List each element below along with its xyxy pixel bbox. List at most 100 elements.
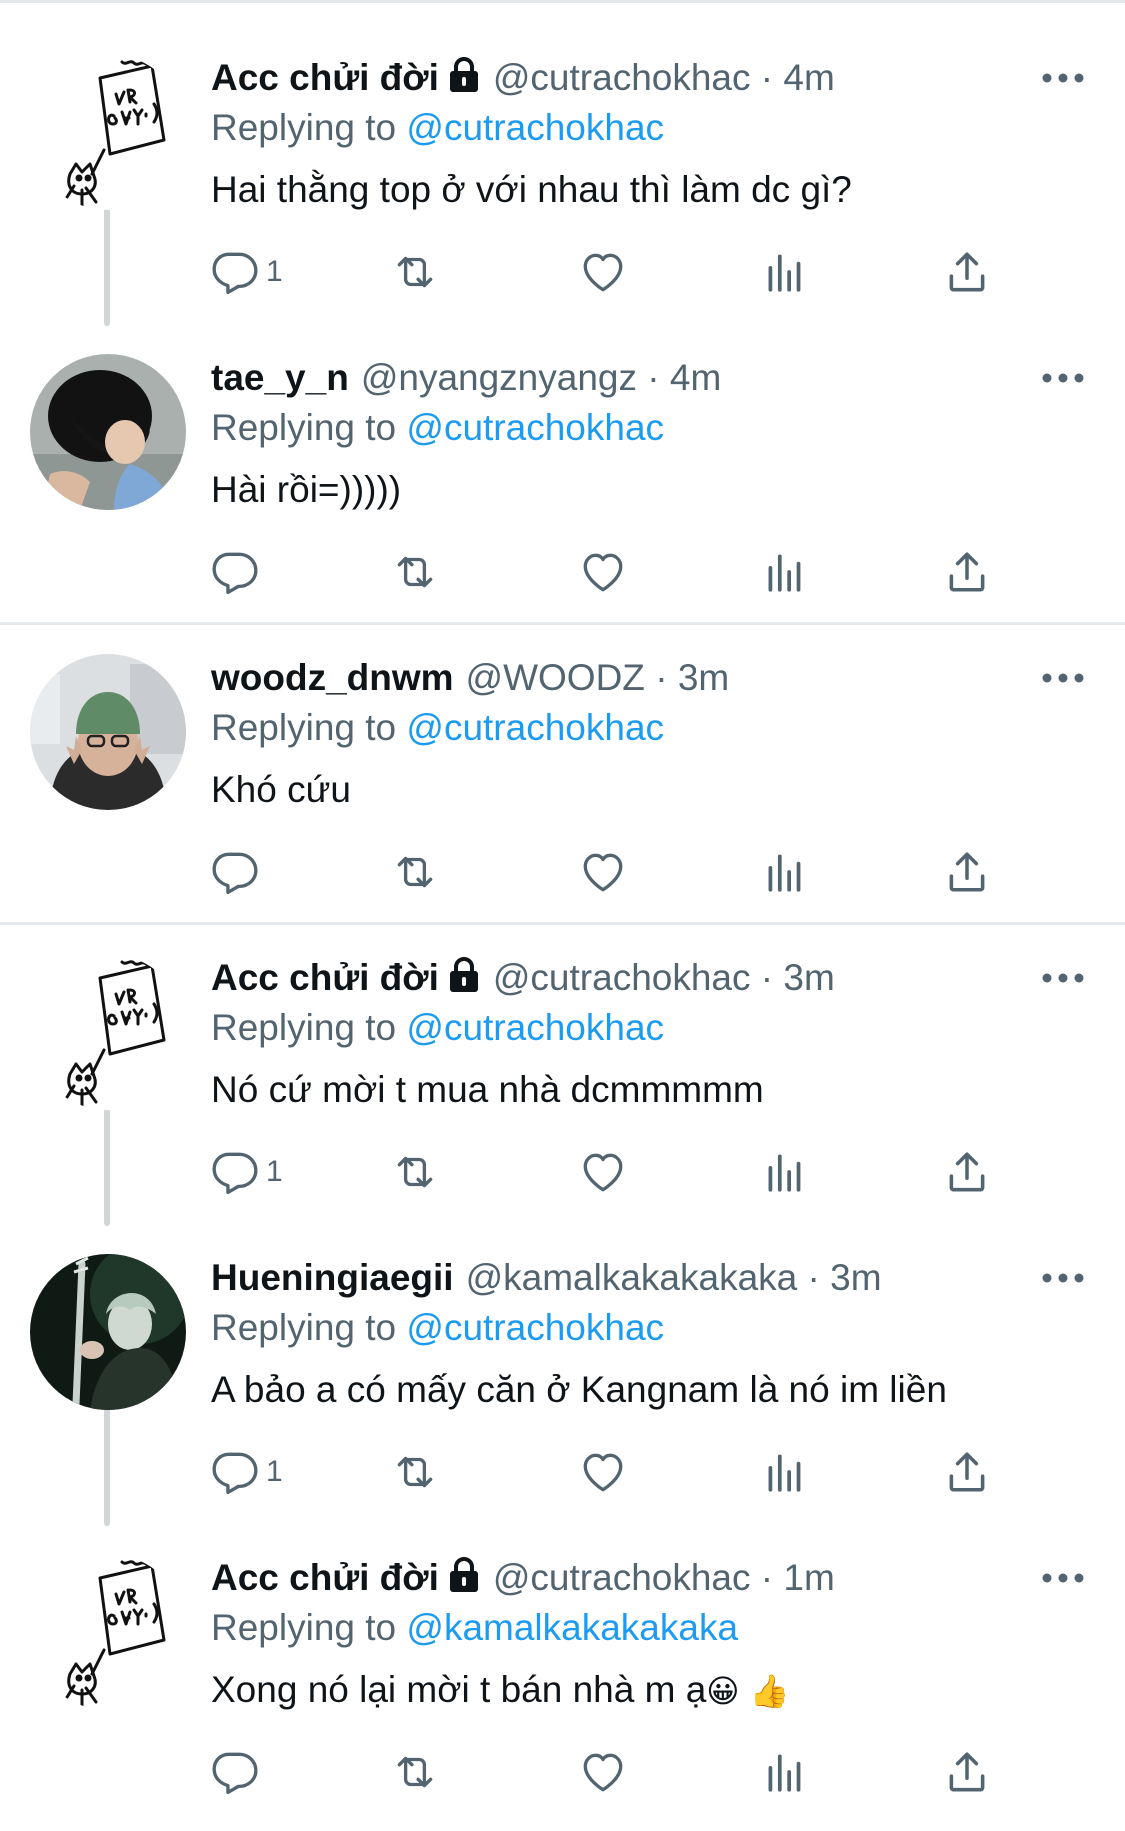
timestamp[interactable]: 3m <box>830 1257 881 1298</box>
conversation-feed: Acc chửi đời @cutrachokhac · 4m Replying … <box>0 0 1125 1831</box>
replying-mention[interactable]: @cutrachokhac <box>406 407 664 448</box>
reply-button[interactable] <box>210 542 266 602</box>
user-handle[interactable]: @cutrachokhac <box>493 1557 751 1598</box>
more-icon[interactable] <box>1041 968 1085 988</box>
retweet-button[interactable] <box>390 1142 440 1202</box>
replying-label: Replying to <box>211 107 397 148</box>
display-name[interactable]: woodz_dnwm <box>211 657 454 698</box>
avatar-ur-gay-cat-sketch[interactable] <box>30 1554 186 1710</box>
reply-count: 1 <box>266 1155 283 1188</box>
more-icon[interactable] <box>1041 368 1085 388</box>
tweet-text: Hài rồi=))))) <box>211 464 401 517</box>
tweet-body: Khó cứu <box>211 769 351 810</box>
retweet-button[interactable] <box>390 242 440 302</box>
replying-to: Replying to @cutrachokhac <box>211 102 664 154</box>
replying-label: Replying to <box>211 707 397 748</box>
replying-mention[interactable]: @cutrachokhac <box>406 107 664 148</box>
tweet-body: Hài rồi=))))) <box>211 469 402 510</box>
reply-button[interactable] <box>210 1742 266 1802</box>
tweet-actions <box>0 842 1125 902</box>
display-name[interactable]: tae_y_n <box>211 357 349 398</box>
user-handle[interactable]: @kamalkakakakaka <box>466 1257 798 1298</box>
user-handle[interactable]: @cutrachokhac <box>493 957 751 998</box>
user-handle[interactable]: @WOODZ <box>466 657 645 698</box>
share-icon <box>949 1152 985 1192</box>
display-name[interactable]: Hueningiaegii <box>211 1257 454 1298</box>
timestamp[interactable]: 4m <box>783 57 834 98</box>
timestamp[interactable]: 1m <box>783 1557 834 1598</box>
tweet-emoji: 😀 👍 <box>706 1672 790 1710</box>
share-button[interactable] <box>942 842 992 902</box>
user-handle[interactable]: @nyangznyangz <box>361 357 637 398</box>
like-button[interactable] <box>578 542 628 602</box>
retweet-button[interactable] <box>390 1442 440 1502</box>
comment-icon <box>212 852 258 895</box>
tweet-text: Hai thằng top ở với nhau thì làm dc gì? <box>211 164 852 217</box>
reply-button[interactable]: 1 <box>210 242 283 302</box>
retweet-button[interactable] <box>390 842 440 902</box>
reply-button[interactable]: 1 <box>210 1142 283 1202</box>
display-name[interactable]: Acc chửi đời <box>211 57 439 98</box>
tweet-actions: 1 <box>0 1442 1125 1502</box>
views-button[interactable] <box>760 1742 810 1802</box>
tweet-body: Xong nó lại mời t bán nhà m ạ <box>211 1669 707 1710</box>
tweet-body: Hai thằng top ở với nhau thì làm dc gì? <box>211 169 852 210</box>
like-button[interactable] <box>578 1142 628 1202</box>
timestamp[interactable]: 3m <box>678 657 729 698</box>
more-icon[interactable] <box>1041 68 1085 88</box>
more-icon[interactable] <box>1041 668 1085 688</box>
timestamp[interactable]: 4m <box>670 357 721 398</box>
avatar-person-green-beanie-photo[interactable] <box>30 654 186 810</box>
like-button[interactable] <box>578 842 628 902</box>
replying-mention[interactable]: @cutrachokhac <box>406 1307 664 1348</box>
reply-button[interactable] <box>210 842 266 902</box>
replying-mention[interactable]: @cutrachokhac <box>406 707 664 748</box>
more-icon[interactable] <box>1041 1268 1085 1288</box>
separator-dot: · <box>760 1557 774 1598</box>
comment-icon <box>212 252 258 295</box>
like-icon <box>583 1153 623 1192</box>
avatar-ur-gay-cat-sketch[interactable] <box>30 54 186 210</box>
avatar-dark-haired-person-photo[interactable] <box>30 354 186 510</box>
views-button[interactable] <box>760 1142 810 1202</box>
share-button[interactable] <box>942 242 992 302</box>
reply-count: 1 <box>266 1455 283 1488</box>
display-name[interactable]: Acc chửi đời <box>211 957 439 998</box>
share-button[interactable] <box>942 1742 992 1802</box>
like-icon <box>583 553 623 592</box>
share-button[interactable] <box>942 542 992 602</box>
replying-mention[interactable]: @kamalkakakakaka <box>406 1607 738 1648</box>
lock-icon <box>449 1557 478 1592</box>
avatar-guitarist-stage-photo[interactable] <box>30 1254 186 1410</box>
more-icon[interactable] <box>1041 1568 1085 1588</box>
share-icon <box>949 252 985 292</box>
avatar-ur-gay-cat-sketch[interactable] <box>30 954 186 1110</box>
retweet-button[interactable] <box>390 542 440 602</box>
user-handle[interactable]: @cutrachokhac <box>493 57 751 98</box>
share-button[interactable] <box>942 1442 992 1502</box>
comment-icon <box>212 1452 258 1495</box>
like-icon <box>583 1453 623 1492</box>
comment-icon <box>212 552 258 595</box>
views-button[interactable] <box>760 542 810 602</box>
like-button[interactable] <box>578 242 628 302</box>
share-icon <box>949 552 985 592</box>
share-icon <box>949 1752 985 1792</box>
lock-icon <box>449 57 478 92</box>
views-icon <box>768 854 801 892</box>
like-button[interactable] <box>578 1442 628 1502</box>
views-icon <box>768 1754 801 1792</box>
timestamp[interactable]: 3m <box>783 957 834 998</box>
retweet-button[interactable] <box>390 1742 440 1802</box>
views-button[interactable] <box>760 842 810 902</box>
conversation-divider <box>0 622 1125 625</box>
like-button[interactable] <box>578 1742 628 1802</box>
views-button[interactable] <box>760 1442 810 1502</box>
display-name[interactable]: Acc chửi đời <box>211 1557 439 1598</box>
reply-button[interactable]: 1 <box>210 1442 283 1502</box>
replying-mention[interactable]: @cutrachokhac <box>406 1007 664 1048</box>
tweet-header: tae_y_n @nyangznyangz · 4m <box>211 352 1015 404</box>
views-button[interactable] <box>760 242 810 302</box>
tweet-header: Acc chửi đời @cutrachokhac · 4m <box>211 52 1015 104</box>
share-button[interactable] <box>942 1142 992 1202</box>
